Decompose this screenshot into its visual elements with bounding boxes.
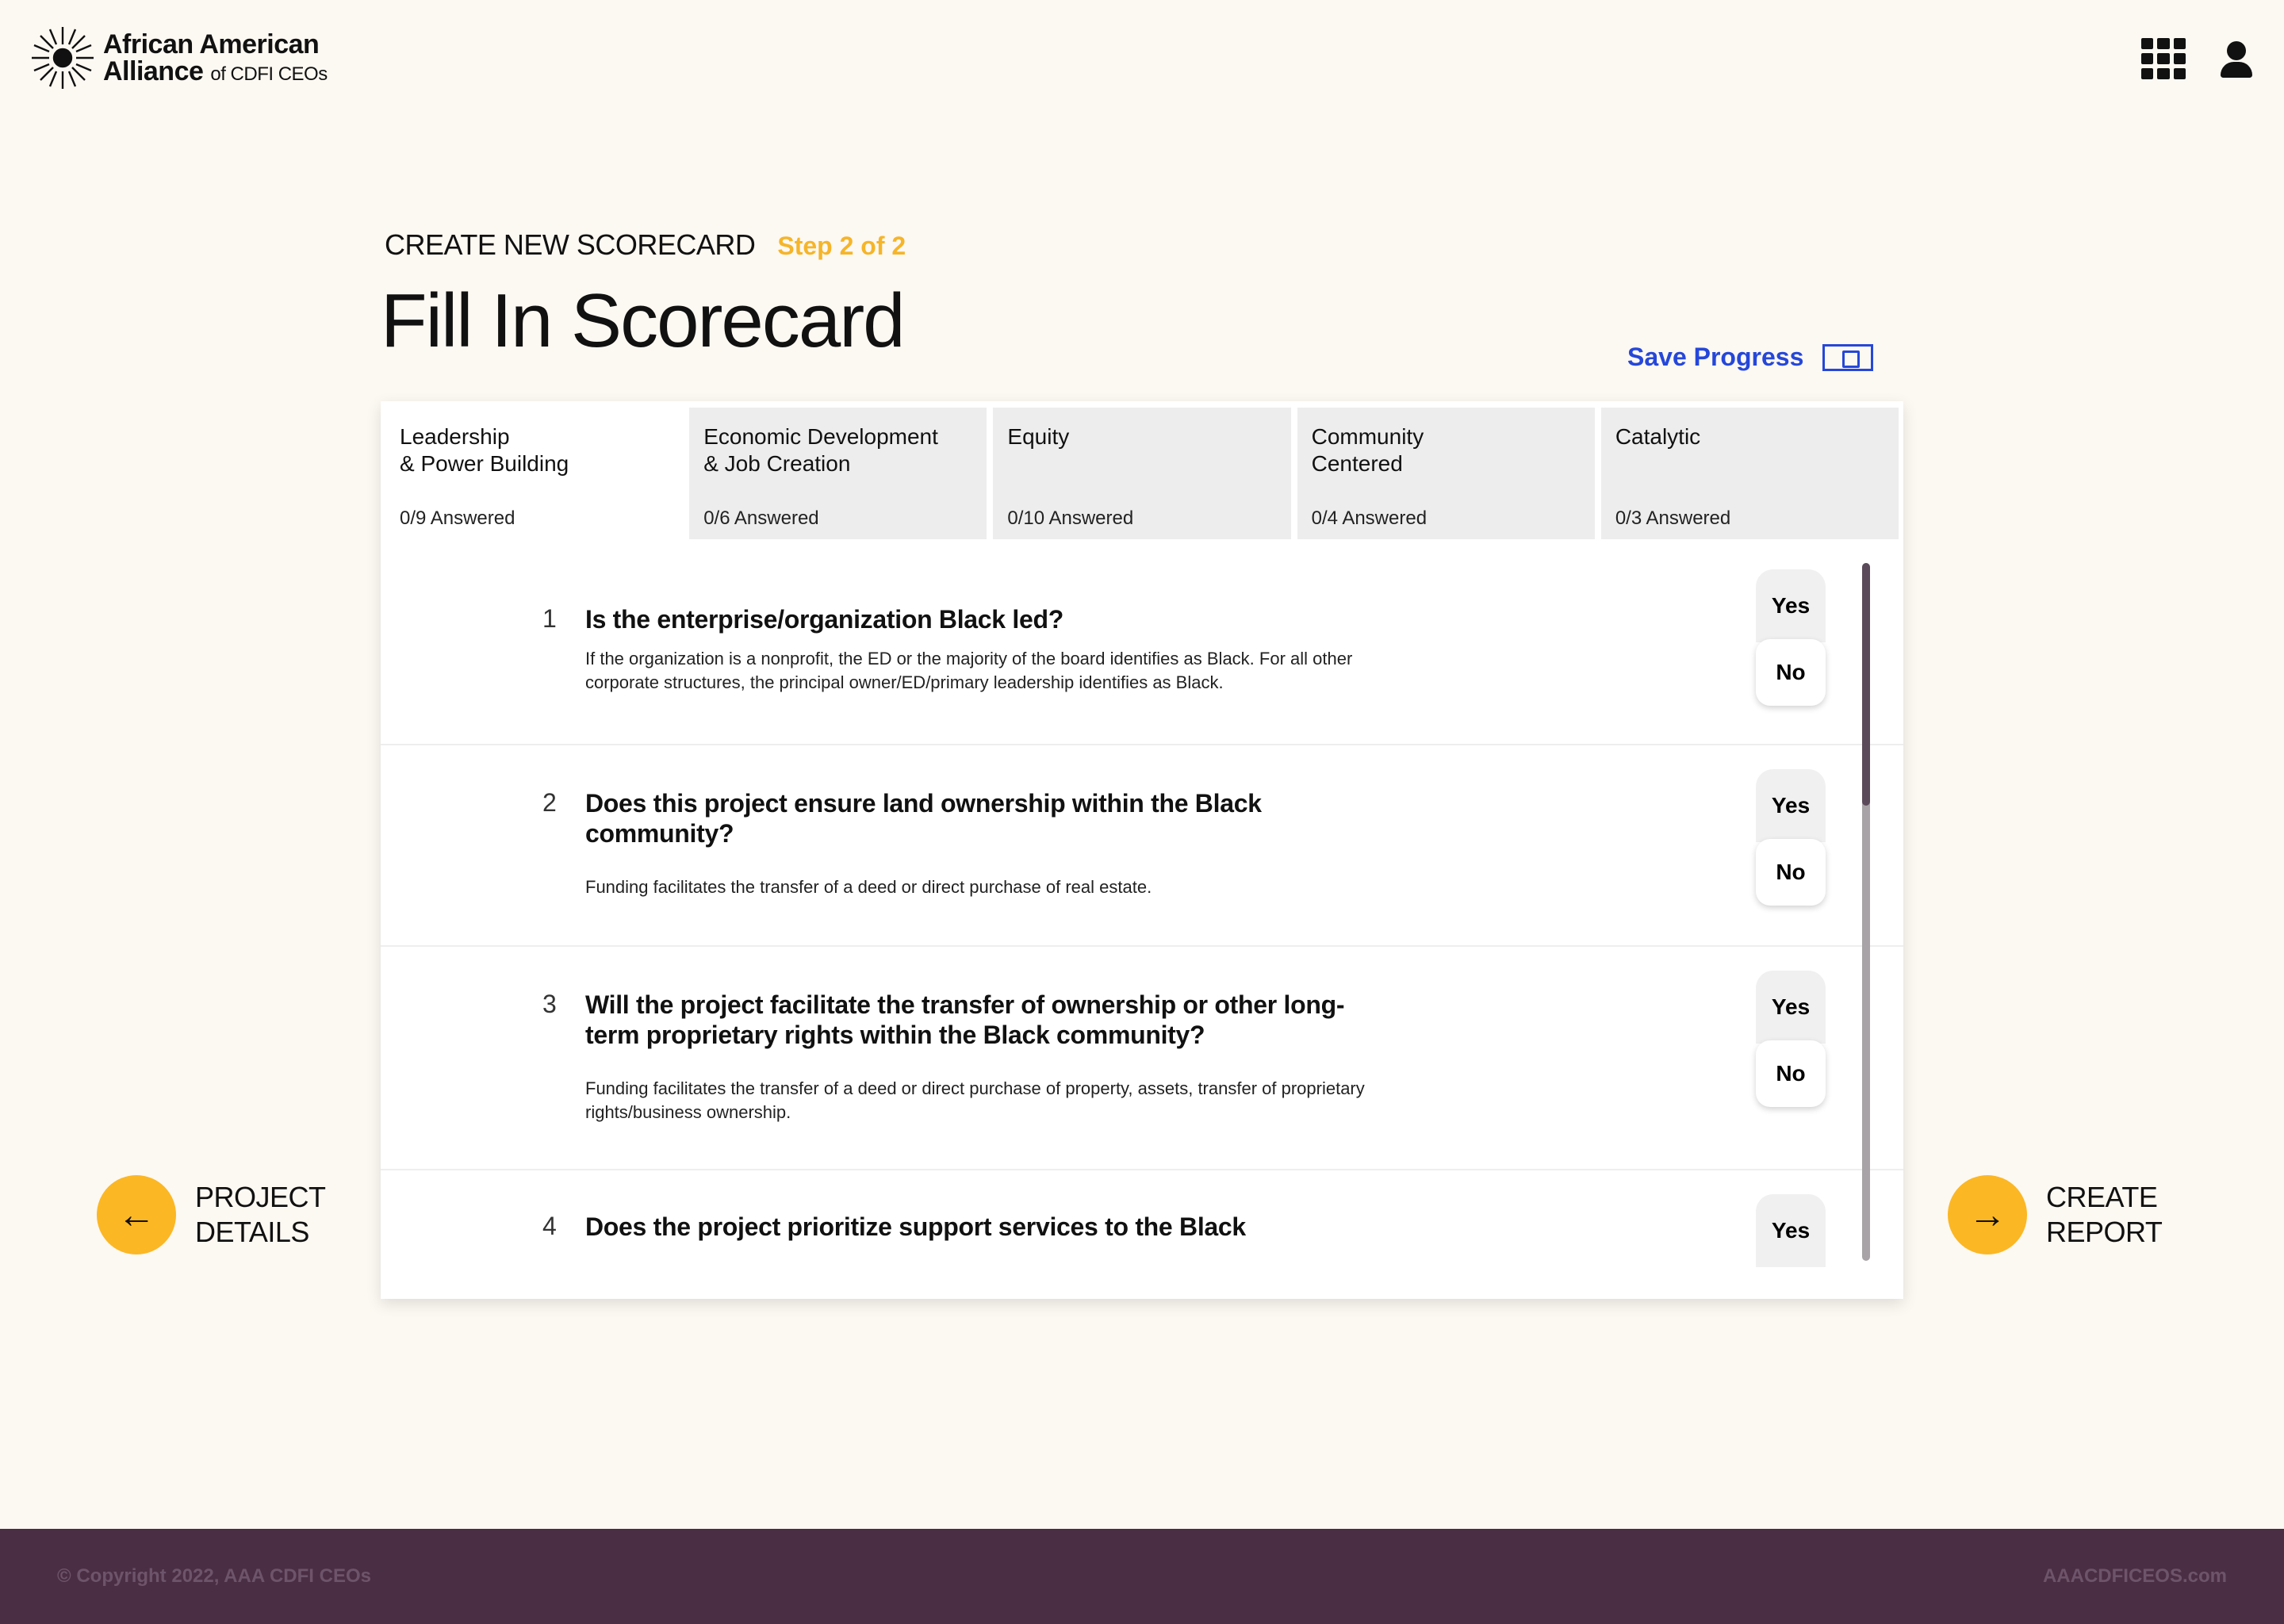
question-title: Does this project ensure land ownership … xyxy=(585,789,1262,848)
tab-answered-count: 0/9 Answered xyxy=(400,508,515,529)
question-item: 1 Is the enterprise/organization Black l… xyxy=(381,563,1903,745)
brand-name: African American Alliance of CDFI CEOs xyxy=(103,31,328,85)
category-tabs: Leadership & Power Building 0/9 Answered… xyxy=(381,408,1903,539)
yes-button[interactable]: Yes xyxy=(1756,569,1826,642)
question-number: 1 xyxy=(542,604,557,633)
breadcrumb: CREATE NEW SCORECARD Step 2 of 2 xyxy=(385,228,906,262)
brand-name-line1: African American xyxy=(103,29,320,59)
arrow-right-icon: → xyxy=(1948,1175,2027,1254)
question-description: Funding facilitates the transfer of a de… xyxy=(585,877,1152,897)
no-button[interactable]: No xyxy=(1756,639,1826,706)
question-description: Funding facilitates the transfer of a de… xyxy=(585,1078,1365,1122)
header-actions xyxy=(2141,38,2255,79)
tab-label: Catalytic xyxy=(1615,424,1701,449)
scorecard-panel: Leadership & Power Building 0/9 Answered… xyxy=(381,401,1903,1299)
tab-catalytic[interactable]: Catalytic 0/3 Answered xyxy=(1600,408,1899,539)
page-title: Fill In Scorecard xyxy=(381,278,906,363)
question-number: 2 xyxy=(542,788,557,817)
arrow-left-icon: ← xyxy=(97,1175,176,1254)
question-title: Does the project prioritize support serv… xyxy=(585,1212,1246,1247)
tab-answered-count: 0/4 Answered xyxy=(1311,508,1428,529)
breadcrumb-title: CREATE NEW SCORECARD xyxy=(385,228,756,261)
tab-label: Leadership & Power Building xyxy=(400,424,569,476)
brand-name-alliance: Alliance xyxy=(103,56,204,86)
sunburst-logo-icon xyxy=(32,27,94,89)
footer: © Copyright 2022, AAA CDFI CEOs AAACDFIC… xyxy=(0,1529,2284,1624)
tab-answered-count: 0/3 Answered xyxy=(1615,508,1731,529)
user-icon[interactable] xyxy=(2217,40,2255,78)
no-button[interactable]: No xyxy=(1756,1040,1826,1107)
question-item: 3 Will the project facilitate the transf… xyxy=(381,947,1903,1170)
brand-name-line2: Alliance of CDFI CEOs xyxy=(103,58,328,85)
create-report-label: CREATE REPORT xyxy=(2046,1181,2163,1248)
no-button[interactable]: No xyxy=(1756,839,1826,906)
answer-toggle: Yes No xyxy=(1756,569,1826,706)
tab-community-centered[interactable]: Community Centered 0/4 Answered xyxy=(1297,408,1595,539)
question-description: If the organization is a nonprofit, the … xyxy=(585,649,1353,692)
question-title: Will the project facilitate the transfer… xyxy=(585,990,1345,1049)
answer-toggle: Yes xyxy=(1756,1194,1826,1267)
footer-site-link[interactable]: AAACDFICEOS.com xyxy=(2043,1565,2227,1588)
save-progress-button[interactable]: Save Progress xyxy=(1627,343,1874,372)
question-number: 3 xyxy=(542,990,557,1018)
tab-label: Economic Development & Job Creation xyxy=(703,424,938,476)
tab-label: Equity xyxy=(1007,424,1070,449)
grid-icon[interactable] xyxy=(2141,38,2186,79)
question-list: 1 Is the enterprise/organization Black l… xyxy=(381,563,1903,1277)
question-scrollbar[interactable] xyxy=(1862,563,1870,1261)
answer-toggle: Yes No xyxy=(1756,971,1826,1107)
brand-logo[interactable]: African American Alliance of CDFI CEOs xyxy=(29,24,328,92)
tab-answered-count: 0/10 Answered xyxy=(1007,508,1134,529)
question-number: 4 xyxy=(542,1212,557,1240)
tab-answered-count: 0/6 Answered xyxy=(703,508,819,529)
project-details-label: PROJECT DETAILS xyxy=(195,1181,326,1248)
tab-label: Community Centered xyxy=(1311,424,1424,476)
tab-equity[interactable]: Equity 0/10 Answered xyxy=(993,408,1291,539)
save-icon xyxy=(1822,343,1874,371)
scrollbar-thumb[interactable] xyxy=(1862,563,1870,806)
answer-toggle: Yes No xyxy=(1756,769,1826,906)
brand-name-subtitle: of CDFI CEOs xyxy=(210,63,328,85)
tab-leadership[interactable]: Leadership & Power Building 0/9 Answered xyxy=(385,408,684,539)
question-item: 4 Does the project prioritize support se… xyxy=(381,1170,1903,1277)
yes-button[interactable]: Yes xyxy=(1756,1194,1826,1267)
project-details-button[interactable]: ← PROJECT DETAILS xyxy=(97,1175,326,1254)
footer-copyright: © Copyright 2022, AAA CDFI CEOs xyxy=(57,1565,371,1587)
step-indicator: Step 2 of 2 xyxy=(777,232,906,260)
yes-button[interactable]: Yes xyxy=(1756,769,1826,842)
save-progress-label: Save Progress xyxy=(1627,343,1804,371)
tab-economic-development[interactable]: Economic Development & Job Creation 0/6 … xyxy=(689,408,987,539)
question-title: Is the enterprise/organization Black led… xyxy=(585,605,1063,634)
yes-button[interactable]: Yes xyxy=(1756,971,1826,1044)
question-item: 2 Does this project ensure land ownershi… xyxy=(381,745,1903,947)
create-report-button[interactable]: → CREATE REPORT xyxy=(1948,1175,2163,1254)
